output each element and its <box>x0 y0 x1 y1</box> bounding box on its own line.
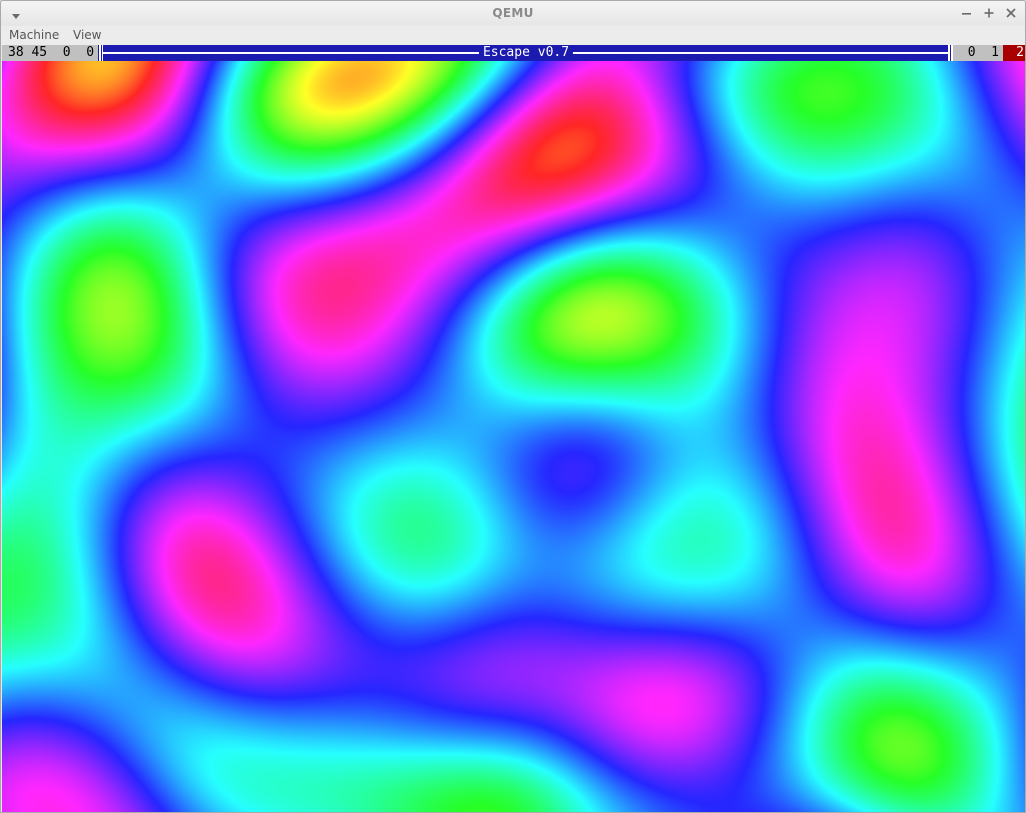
status-separator <box>99 45 101 61</box>
qemu-window: QEMU Machine View 38 45 0 0 Escape v0.7 … <box>0 0 1026 813</box>
status-counters-right: 0 1 <box>953 45 1003 61</box>
window-title: QEMU <box>492 6 534 20</box>
title-bar[interactable]: QEMU <box>1 1 1025 26</box>
status-separator <box>948 45 950 61</box>
os-title-bar: Escape v0.7 <box>103 45 949 61</box>
close-icon[interactable] <box>1003 5 1019 21</box>
guest-status-bar: 38 45 0 0 Escape v0.7 0 1 2 <box>2 45 1025 61</box>
maximize-icon[interactable] <box>981 5 997 21</box>
status-alert-counter: 2 <box>1003 45 1025 61</box>
menu-machine[interactable]: Machine <box>9 28 59 42</box>
plasma-render <box>2 61 1025 812</box>
menu-bar: Machine View <box>1 26 1025 45</box>
menu-view[interactable]: View <box>73 28 101 42</box>
guest-display[interactable]: 38 45 0 0 Escape v0.7 0 1 2 <box>2 45 1025 812</box>
status-counters-left: 38 45 0 0 <box>2 45 98 61</box>
minimize-icon[interactable] <box>958 5 974 21</box>
os-title: Escape v0.7 <box>478 45 574 61</box>
